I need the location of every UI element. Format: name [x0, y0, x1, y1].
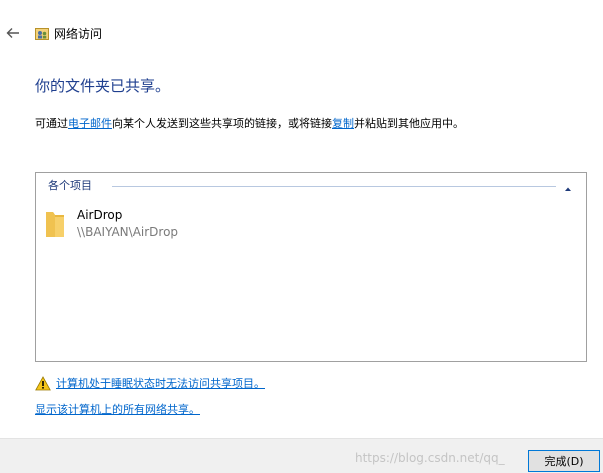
window-title: 网络访问 — [54, 27, 103, 41]
folder-icon — [44, 209, 66, 239]
shared-folder-item[interactable]: AirDrop \\BAIYAN\AirDrop — [44, 207, 344, 247]
email-link[interactable]: 电子邮件 — [68, 117, 112, 130]
sleep-warning-row: 计算机处于睡眠状态时无法访问共享项目。 — [35, 375, 435, 393]
warning-icon — [35, 376, 51, 391]
copy-link[interactable]: 复制 — [332, 117, 354, 130]
item-name: AirDrop — [77, 208, 123, 222]
description-text-1: 可通过 — [35, 117, 68, 130]
group-header: 各个项目 — [48, 178, 578, 194]
group-divider — [112, 186, 556, 187]
watermark: https://blog.csdn.net/qq_ — [355, 451, 505, 465]
title-bar: 网络访问 — [0, 18, 603, 52]
shared-items-panel: 各个项目 AirDrop \\BAIYAN\AirDrop — [35, 172, 587, 362]
group-label: 各个项目 — [48, 179, 92, 192]
back-arrow-icon[interactable] — [4, 24, 22, 42]
description-text-2: 向某个人发送到这些共享项的链接，或将链接 — [112, 117, 332, 130]
sleep-warning-link[interactable]: 计算机处于睡眠状态时无法访问共享项目。 — [56, 376, 265, 392]
item-path: \\BAIYAN\AirDrop — [77, 225, 179, 239]
show-all-shares-link[interactable]: 显示该计算机上的所有网络共享。 — [35, 402, 200, 418]
footer-bar: https://blog.csdn.net/qq_ 完成(D) — [0, 438, 603, 473]
finish-button[interactable]: 完成(D) — [528, 450, 600, 472]
network-access-icon — [35, 26, 49, 40]
chevron-up-icon[interactable] — [562, 180, 574, 192]
page-heading: 你的文件夹已共享。 — [35, 77, 171, 95]
description-text-3: 并粘贴到其他应用中。 — [354, 117, 464, 130]
share-description: 可通过电子邮件向某个人发送到这些共享项的链接，或将链接复制并粘贴到其他应用中。 — [35, 116, 464, 132]
